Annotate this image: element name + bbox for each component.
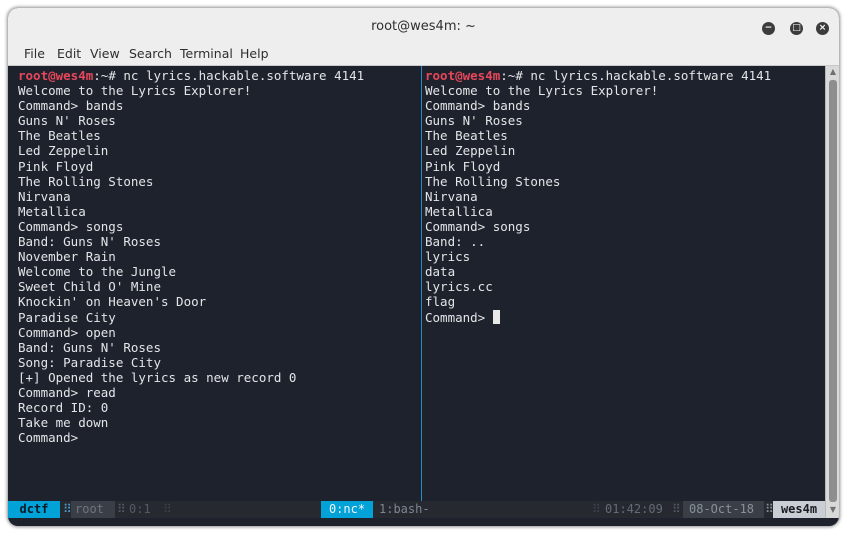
- menu-edit[interactable]: Edit: [57, 46, 81, 61]
- output-line: Command> read: [18, 384, 116, 400]
- output-line: Command>: [18, 430, 86, 446]
- output-line: The Rolling Stones: [425, 173, 561, 189]
- output-line: Led Zeppelin: [18, 143, 109, 159]
- output-line: Metallica: [18, 203, 86, 219]
- left-pane[interactable]: root@wes4m:~# nc lyrics.hackable.softwar…: [18, 68, 364, 445]
- scroll-thumb[interactable]: [829, 80, 837, 502]
- output-line: Song: Paradise City: [18, 354, 161, 370]
- cursor: [492, 309, 500, 324]
- output-line: November Rain: [18, 249, 116, 265]
- output-line: Led Zeppelin: [425, 143, 516, 159]
- output-line: Nirvana: [425, 188, 478, 204]
- separator-icon: ⠿: [117, 502, 126, 516]
- output-line: Guns N' Roses: [425, 113, 523, 129]
- output-line: Pink Floyd: [425, 158, 501, 174]
- output-line: Command> bands: [425, 98, 531, 114]
- close-button[interactable]: ×: [816, 22, 829, 35]
- title-bar[interactable]: root@wes4m: ~ − □ ×: [8, 8, 839, 45]
- prompt-line: root@wes4m:~# nc lyrics.hackable.softwar…: [18, 68, 364, 83]
- output-line: Command> bands: [18, 98, 124, 114]
- user-name: root: [71, 501, 115, 518]
- prompt-suffix: :~#: [500, 68, 531, 83]
- minimize-button[interactable]: −: [762, 22, 775, 35]
- output-line: Nirvana: [18, 188, 71, 204]
- window-title: root@wes4m: ~: [371, 19, 476, 34]
- input-prompt: Command>: [425, 309, 493, 325]
- output-line: Band: Guns N' Roses: [18, 234, 161, 250]
- menu-file[interactable]: File: [24, 46, 45, 61]
- output-line: lyrics: [425, 249, 471, 265]
- terminal-area[interactable]: root@wes4m:~# nc lyrics.hackable.softwar…: [8, 66, 825, 501]
- maximize-button[interactable]: □: [790, 22, 803, 35]
- menu-search[interactable]: Search: [129, 46, 172, 61]
- output-line: Metallica: [425, 203, 493, 219]
- scroll-down-icon[interactable]: ▼: [826, 505, 839, 514]
- output-line: lyrics.cc: [425, 279, 493, 295]
- menu-bar: File Edit View Search Terminal Help: [8, 45, 839, 66]
- output-line: Paradise City: [18, 309, 116, 325]
- separator-icon: ⠿: [672, 502, 681, 516]
- output-line: Command> songs: [18, 218, 124, 234]
- clock-time: 01:42:09: [605, 502, 663, 516]
- output-line: Welcome to the Lyrics Explorer!: [425, 83, 659, 99]
- window-tab-active[interactable]: 0:nc*: [321, 501, 373, 518]
- output-line: Command> open: [18, 324, 116, 340]
- output-line: Band: ..: [425, 234, 486, 250]
- terminal-window: root@wes4m: ~ − □ × File Edit View Searc…: [8, 8, 839, 526]
- window-tab-bash[interactable]: 1:bash-: [379, 501, 430, 518]
- output-line: Record ID: 0: [18, 400, 109, 416]
- right-pane[interactable]: root@wes4m:~# nc lyrics.hackable.softwar…: [425, 68, 771, 325]
- output-line: The Beatles: [425, 128, 508, 144]
- scrollbar[interactable]: ▲ ▼: [825, 66, 839, 518]
- host-name: wes4m: [773, 501, 825, 518]
- tmux-status-bar: dctf ⠿ root ⠿ 0:1 ⠿ 0:nc* 1:bash- ⠿ 01:4…: [8, 501, 825, 518]
- output-line: [+] Opened the lyrics as new record 0: [18, 369, 297, 385]
- prompt-command: nc lyrics.hackable.software 4141: [123, 68, 365, 83]
- prompt-line: root@wes4m:~# nc lyrics.hackable.softwar…: [425, 68, 771, 83]
- separator-icon: ⠿: [592, 502, 601, 516]
- prompt-user: root@wes4m: [18, 68, 94, 83]
- output-line: Welcome to the Jungle: [18, 264, 177, 280]
- menu-view[interactable]: View: [90, 46, 120, 61]
- prompt-user: root@wes4m: [425, 68, 501, 83]
- output-line: Knockin' on Heaven's Door: [18, 294, 207, 310]
- output-line: Sweet Child O' Mine: [18, 279, 161, 295]
- output-line: The Rolling Stones: [18, 173, 154, 189]
- session-name: dctf: [8, 501, 60, 518]
- prompt-command: nc lyrics.hackable.software 4141: [530, 68, 772, 83]
- menu-help[interactable]: Help: [240, 46, 269, 61]
- output-line: Guns N' Roses: [18, 113, 116, 129]
- scroll-up-icon[interactable]: ▲: [826, 67, 839, 76]
- output-line: Pink Floyd: [18, 158, 94, 174]
- output-line: Band: Guns N' Roses: [18, 339, 161, 355]
- prompt-suffix: :~#: [93, 68, 124, 83]
- date: 08-Oct-18: [683, 501, 764, 518]
- output-line: Welcome to the Lyrics Explorer!: [18, 83, 252, 99]
- input-line[interactable]: Command>: [425, 309, 771, 325]
- output-line: flag: [425, 294, 456, 310]
- output-line: Take me down: [18, 415, 109, 431]
- pane-index: 0:1: [129, 502, 151, 516]
- separator-icon: ⠿: [163, 502, 172, 516]
- menu-terminal[interactable]: Terminal: [180, 46, 233, 61]
- output-line: The Beatles: [18, 128, 101, 144]
- pane-divider[interactable]: [421, 66, 422, 501]
- output-line: Command> songs: [425, 218, 531, 234]
- output-line: data: [425, 264, 456, 280]
